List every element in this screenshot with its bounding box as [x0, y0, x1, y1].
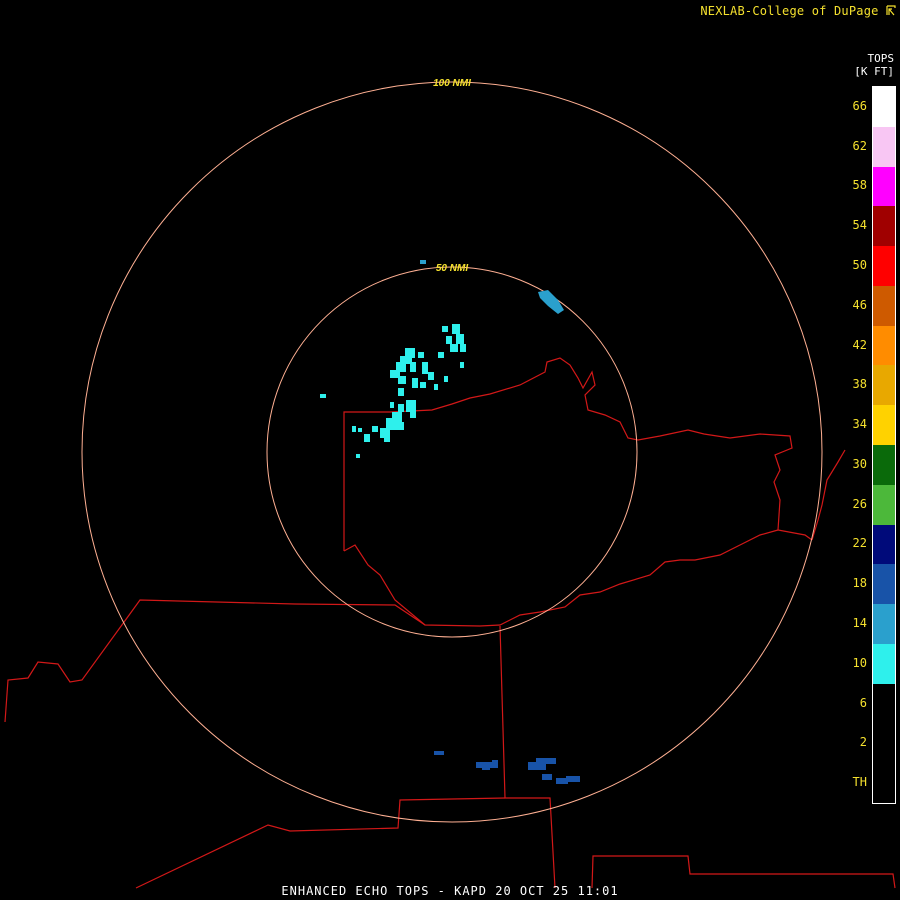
border-west-long: [4, 599, 426, 723]
range-ring-labels: 100 NMI 50 NMI: [433, 78, 471, 274]
echo-cell: [410, 362, 416, 372]
legend-swatch-58: [873, 166, 895, 207]
echo-cell: [434, 384, 438, 390]
legend-label-26: 26: [852, 496, 867, 511]
legend-swatch-62: [873, 126, 895, 167]
echo-cell: [450, 344, 458, 352]
echo-cell: [358, 428, 362, 432]
echo-cell: [456, 334, 464, 344]
echo-cell: [396, 422, 404, 430]
echo-cell: [420, 382, 426, 388]
legend-swatch-34: [873, 405, 895, 446]
nexlab-credit: NEXLAB-College of DuPage: [700, 4, 896, 18]
legend-label-50: 50: [852, 258, 867, 272]
legend-swatch-th: [873, 763, 895, 804]
legend-label-2: 2: [859, 735, 867, 750]
echo-cell: [536, 758, 556, 764]
legend-label-66: 66: [852, 98, 867, 113]
legend-label-58: 58: [852, 178, 867, 193]
legend-swatch-46: [873, 285, 895, 326]
echo-cell: [352, 426, 356, 432]
legend-label-46: 46: [852, 297, 867, 312]
echo-cell: [398, 404, 404, 412]
echo-cell: [444, 376, 448, 382]
range-ring-100nmi-label: 100 NMI: [433, 78, 471, 89]
border-mid-south: [343, 529, 779, 627]
legend-title: TOPS: [867, 52, 895, 65]
echo-cell: [418, 352, 424, 358]
legend-label-62: 62: [852, 138, 867, 153]
legend-label-14: 14: [852, 616, 867, 630]
range-ring-50nmi: [266, 266, 638, 638]
echo-cell: [492, 760, 498, 764]
legend-label-34: 34: [852, 417, 867, 432]
echo-cell: [542, 774, 552, 780]
echo-cell: [446, 336, 452, 344]
radar-display: 100 NMI 50 NMI NEXLAB-College of DuPage …: [0, 0, 900, 900]
echo-cell: [434, 751, 444, 755]
echo-cell: [384, 436, 390, 442]
legend-label-54: 54: [852, 218, 867, 233]
echo-cell: [420, 260, 426, 264]
echo-cell: [320, 394, 326, 398]
credit-text: NEXLAB-College of DuPage: [700, 4, 879, 18]
legend-label-22: 22: [852, 536, 867, 551]
legend-label-38: 38: [852, 377, 867, 392]
echo-cell: [422, 362, 428, 374]
legend-swatch-26: [873, 484, 895, 525]
legend-swatch-38: [873, 365, 895, 406]
legend-swatch-50: [873, 246, 895, 287]
legend-swatch-30: [873, 445, 895, 485]
echo-cell: [482, 767, 490, 770]
echo-cell: [364, 434, 370, 442]
nexlab-logo-icon: [886, 5, 896, 16]
echo-cell: [460, 344, 466, 352]
echo-cell: [438, 352, 444, 358]
legend-swatch-54: [873, 206, 895, 247]
state-borders: [4, 357, 896, 889]
echo-cell: [410, 412, 416, 418]
legend-swatch-6: [873, 683, 895, 724]
radar-map: 100 NMI 50 NMI: [4, 78, 896, 889]
legend-label-6: 6: [859, 695, 867, 710]
legend-swatch-18: [873, 564, 895, 605]
legend-swatch-2: [873, 723, 895, 764]
legend-swatch-22: [873, 524, 895, 565]
echo-cell: [390, 402, 394, 408]
echo-cell: [356, 454, 360, 458]
echo-cell: [398, 376, 406, 384]
border-state-line-vertical: [499, 625, 556, 889]
echo-cluster-higher-tops: [434, 751, 580, 784]
range-ring-50nmi-label: 50 NMI: [436, 263, 468, 274]
legend-label-10: 10: [852, 655, 867, 670]
legend-label-th: TH: [852, 775, 867, 790]
echo-cluster-low-tops: [320, 324, 466, 458]
product-title: ENHANCED ECHO TOPS - KAPD 20 OCT 25 11:0…: [281, 884, 619, 898]
radar-echoes: [320, 260, 580, 784]
legend-header: TOPS [K FT]: [854, 52, 894, 78]
echo-cell: [566, 776, 580, 782]
legend-label-18: 18: [852, 576, 867, 591]
legend-label-30: 30: [852, 456, 867, 471]
echo-cell: [398, 388, 404, 396]
echo-cell: [412, 378, 418, 388]
echo-cell: [452, 324, 460, 334]
legend-label-42: 42: [852, 337, 867, 352]
echo-cell: [460, 362, 464, 368]
color-legend: [872, 86, 896, 804]
echo-cell: [406, 400, 416, 412]
legend-swatch-10: [873, 643, 895, 684]
legend-units: [K FT]: [854, 65, 894, 78]
legend-swatch-42: [873, 325, 895, 366]
legend-swatch-14: [873, 604, 895, 645]
range-ring-100nmi: [81, 81, 823, 823]
border-south-west: [135, 797, 506, 889]
echo-cell: [372, 426, 378, 432]
range-rings: [81, 81, 823, 823]
echo-cell: [442, 326, 448, 332]
legend-swatch-66: [873, 87, 895, 127]
echo-cell: [428, 372, 434, 380]
